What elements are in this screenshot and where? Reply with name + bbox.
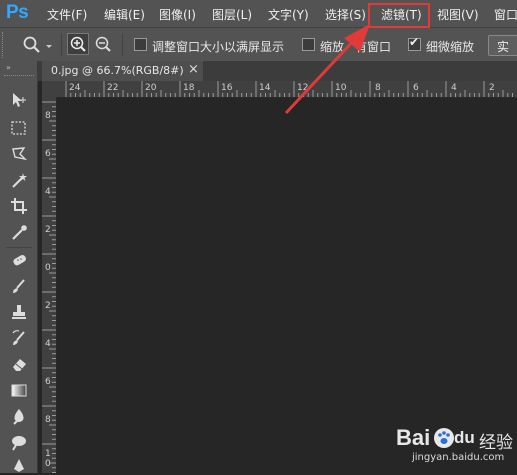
ruler-label: 6 [45,149,51,159]
lasso-tool-icon[interactable] [10,145,28,163]
gradient-tool-icon[interactable] [10,381,28,399]
ruler-label: 8 [45,415,51,425]
ruler-label: 4 [45,339,51,349]
ruler-label: 8 [45,111,51,121]
ruler-label: 1 [45,449,51,459]
menu-file[interactable]: 文件(F) [47,6,87,23]
marquee-tool-icon[interactable] [10,119,28,137]
document-tab-title: 0.jpg @ 66.7%(RGB/8#) [51,64,184,77]
menu-image[interactable]: 图像(I) [159,6,196,23]
menu-view[interactable]: 视图(V) [437,6,479,23]
scrubby-zoom-label: 细微缩放 [426,40,475,54]
zoom-in-icon[interactable] [67,33,89,55]
tool-divider [6,247,32,248]
ruler-origin[interactable] [42,81,56,97]
baidu-jingyan-watermark: Bai du 经验 jingyan.baidu.com [396,425,514,469]
resize-windows-checkbox[interactable] [134,38,147,51]
eraser-tool-icon[interactable] [10,355,28,373]
separator [122,34,123,56]
crop-tool-icon[interactable] [10,197,28,215]
options-bar: 调整窗口大小以满屏显示 缩放 有窗口 细微缩放 实 [0,27,517,62]
dodge-tool-icon[interactable] [10,433,28,451]
photoshop-logo: Ps [6,2,29,23]
ruler-label: 4 [45,187,51,197]
document-tab[interactable]: 0.jpg @ 66.7%(RGB/8#) × [42,61,203,81]
move-tool-icon[interactable] [10,91,28,109]
watermark-cn: 经验 [479,433,513,453]
ruler-label: 24 [69,83,81,93]
options-grip[interactable] [2,32,7,58]
ruler-label: 6 [45,377,51,387]
history-brush-tool-icon[interactable] [10,329,28,347]
menu-bar: Ps 文件(F) 编辑(E) 图像(I) 图层(L) 文字(Y) 选择(S) 滤… [0,0,517,27]
collapse-panel-icon[interactable]: » [6,63,11,72]
menu-window[interactable]: 窗口 [494,6,517,23]
actual-pixels-label: 实 [497,40,510,54]
watermark-brand-suffix: du [454,428,475,447]
annotation-arrow [284,24,370,115]
ruler-label: 0 [45,459,51,469]
document-canvas[interactable] [57,98,517,473]
watermark-brand: Bai [396,425,431,450]
paw-icon [434,428,454,448]
menu-edit[interactable]: 编辑(E) [104,6,145,23]
blur-tool-icon[interactable] [10,407,28,425]
zoom-out-icon[interactable] [92,33,114,55]
separator [61,34,62,56]
menu-layer[interactable]: 图层(L) [212,6,252,23]
ruler-label: 14 [259,83,271,93]
ruler-label: 20 [145,83,157,93]
clone-stamp-tool-icon[interactable] [10,303,28,321]
ruler-label: 2 [45,225,51,235]
ruler-label: 16 [221,83,233,93]
eyedropper-tool-icon[interactable] [10,223,28,241]
close-tab-icon[interactable]: × [188,62,199,77]
watermark-url: jingyan.baidu.com [412,452,505,463]
pen-tool-icon[interactable] [10,457,28,475]
zoom-tool-preset-icon[interactable] [22,35,52,55]
actual-pixels-button[interactable]: 实 [488,35,517,56]
healing-brush-tool-icon[interactable] [10,251,28,269]
ruler-label: 4 [451,83,457,93]
ruler-label: 18 [183,83,195,93]
ruler-label: 2 [45,301,51,311]
scrubby-zoom-checkbox[interactable] [408,35,421,51]
panel-grip[interactable] [4,75,34,78]
ruler-label: 6 [413,83,419,93]
ruler-label: 22 [107,83,119,93]
magic-wand-tool-icon[interactable] [10,171,28,189]
tools-panel: » [0,61,38,473]
ruler-label: 2 [489,83,495,93]
brush-tool-icon[interactable] [10,277,28,295]
resize-windows-label: 调整窗口大小以满屏显示 [152,40,285,54]
vertical-ruler: 8 6 4 2 0 2 4 6 8 1 0 [42,97,57,473]
ruler-label: 0 [45,263,51,273]
